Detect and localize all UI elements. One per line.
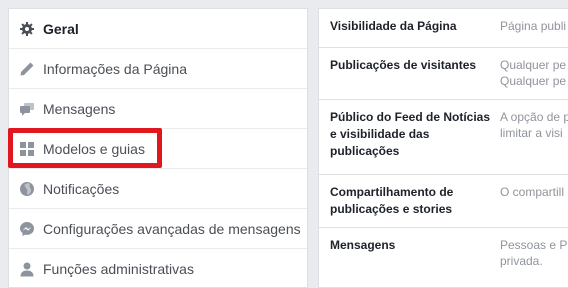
row-value-line: O compartill	[500, 185, 565, 199]
sidebar-item-label: Mensagens	[43, 100, 116, 117]
row-label: Visibilidade da Página	[330, 19, 457, 33]
row-value: A opção de p limitar a visi	[500, 109, 568, 164]
gear-icon	[19, 21, 35, 37]
sidebar-item-modelos-e-guias[interactable]: Modelos e guias	[9, 129, 307, 169]
sidebar-item-informacoes-da-pagina[interactable]: Informações da Página	[9, 49, 307, 89]
row-value: O compartill	[500, 184, 568, 217]
sidebar-item-label: Modelos e guias	[43, 140, 145, 157]
row-value-line: A opção de p	[500, 110, 568, 124]
pencil-icon	[19, 61, 35, 77]
sidebar-item-label: Notificações	[43, 180, 120, 197]
sidebar-item-label: Funções administrativas	[43, 260, 194, 277]
row-value-line: privada.	[500, 254, 543, 268]
settings-row-compartilhamento[interactable]: Compartilhamento de publicações e storie…	[319, 175, 568, 228]
settings-row-publico-feed[interactable]: Público do Feed de Notícias e visibilida…	[319, 100, 568, 175]
sidebar-item-label: Geral	[43, 20, 79, 37]
messenger-icon	[19, 221, 35, 237]
sidebar-item-notificacoes[interactable]: Notificações	[9, 169, 307, 209]
row-value-line: Qualquer pe	[500, 58, 567, 72]
row-value-line: Pessoas e P	[500, 238, 568, 252]
sidebar-item-configuracoes-avancadas-de-mensagens[interactable]: Configurações avançadas de mensagens	[9, 209, 307, 249]
row-value-line: Página publi	[500, 19, 567, 33]
row-label: Publicações de visitantes	[330, 58, 477, 72]
sidebar-item-funcoes-administrativas[interactable]: Funções administrativas	[9, 249, 307, 287]
row-value-line: limitar a visi	[500, 126, 563, 140]
settings-panel: Visibilidade da Página Página publi Publ…	[318, 8, 568, 288]
settings-row-mensagens[interactable]: Mensagens Pessoas e P privada.	[319, 228, 568, 283]
row-label: Público do Feed de Notícias e visibilida…	[330, 110, 491, 158]
row-value: Qualquer pe Qualquer pe	[500, 57, 568, 89]
messages-icon	[19, 101, 35, 117]
sidebar-item-mensagens[interactable]: Mensagens	[9, 89, 307, 129]
sidebar-item-label: Configurações avançadas de mensagens	[43, 220, 301, 237]
row-value: Pessoas e P privada.	[500, 237, 568, 273]
row-label: Mensagens	[330, 238, 396, 252]
sidebar-item-label: Informações da Página	[43, 60, 187, 77]
person-icon	[19, 261, 35, 277]
row-label: Compartilhamento de publicações e storie…	[330, 185, 454, 216]
settings-row-publicacoes-visitantes[interactable]: Publicações de visitantes Qualquer pe Qu…	[319, 48, 568, 100]
settings-sidebar: Geral Informações da Página Mensagens Mo…	[8, 8, 308, 288]
globe-icon	[19, 181, 35, 197]
row-value-line: Qualquer pe	[500, 74, 567, 88]
grid-icon	[19, 141, 35, 157]
row-value: Página publi	[500, 18, 568, 37]
settings-row-visibilidade[interactable]: Visibilidade da Página Página publi	[319, 9, 568, 48]
sidebar-item-geral[interactable]: Geral	[9, 9, 307, 49]
